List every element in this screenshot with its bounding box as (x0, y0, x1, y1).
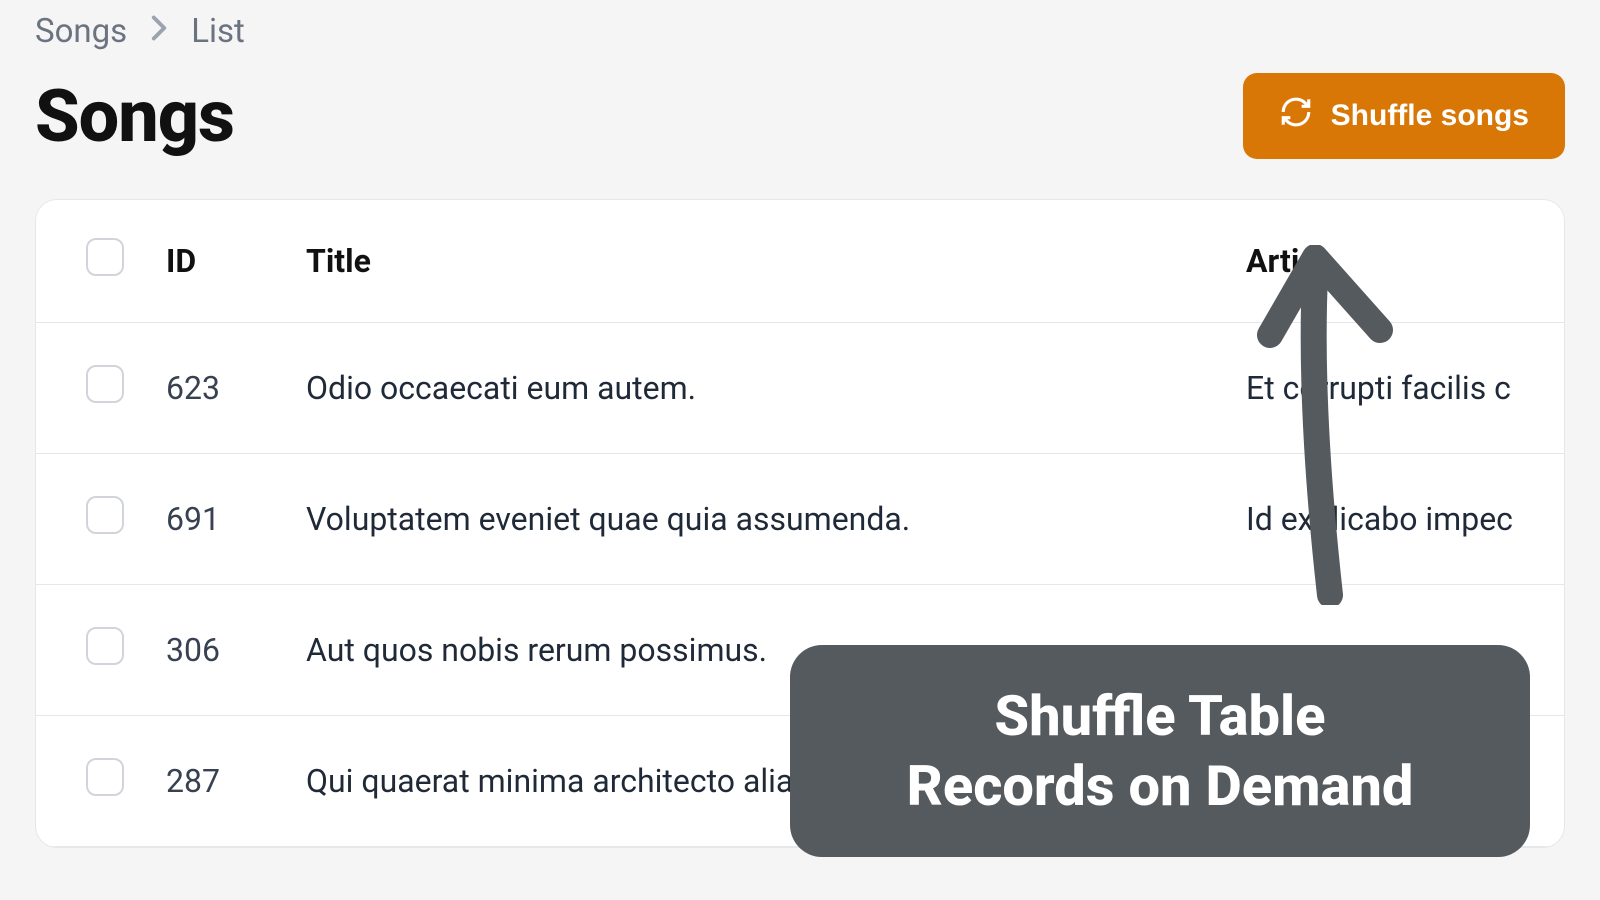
shuffle-button-label: Shuffle songs (1331, 99, 1529, 133)
row-checkbox[interactable] (86, 627, 124, 665)
chevron-right-icon (149, 14, 169, 49)
column-header-title[interactable]: Title (306, 200, 1246, 323)
refresh-icon (1279, 95, 1313, 137)
cell-title: Odio occaecati eum autem. (306, 323, 1246, 454)
row-checkbox[interactable] (86, 758, 124, 796)
breadcrumb-root[interactable]: Songs (35, 12, 127, 51)
cell-id: 623 (166, 323, 306, 454)
cell-id: 691 (166, 454, 306, 585)
cell-title: Voluptatem eveniet quae quia assumenda. (306, 454, 1246, 585)
cell-artist: Id explicabo impec (1246, 454, 1564, 585)
cell-id: 306 (166, 585, 306, 716)
breadcrumb: Songs List (35, 0, 1565, 63)
column-header-artist[interactable]: Artist (1246, 200, 1564, 323)
breadcrumb-leaf[interactable]: List (191, 12, 245, 51)
column-header-id[interactable]: ID (166, 200, 306, 323)
annotation-callout: Shuffle Table Records on Demand (790, 645, 1530, 857)
annotation-line2: Records on Demand (842, 751, 1478, 821)
table-row[interactable]: 623 Odio occaecati eum autem. Et corrupt… (36, 323, 1564, 454)
cell-id: 287 (166, 716, 306, 847)
row-checkbox[interactable] (86, 496, 124, 534)
shuffle-songs-button[interactable]: Shuffle songs (1243, 73, 1565, 159)
table-row[interactable]: 691 Voluptatem eveniet quae quia assumen… (36, 454, 1564, 585)
annotation-line1: Shuffle Table (842, 681, 1478, 751)
cell-artist: Et corrupti facilis c (1246, 323, 1564, 454)
row-checkbox[interactable] (86, 365, 124, 403)
select-all-checkbox[interactable] (86, 238, 124, 276)
page-title: Songs (35, 74, 234, 159)
